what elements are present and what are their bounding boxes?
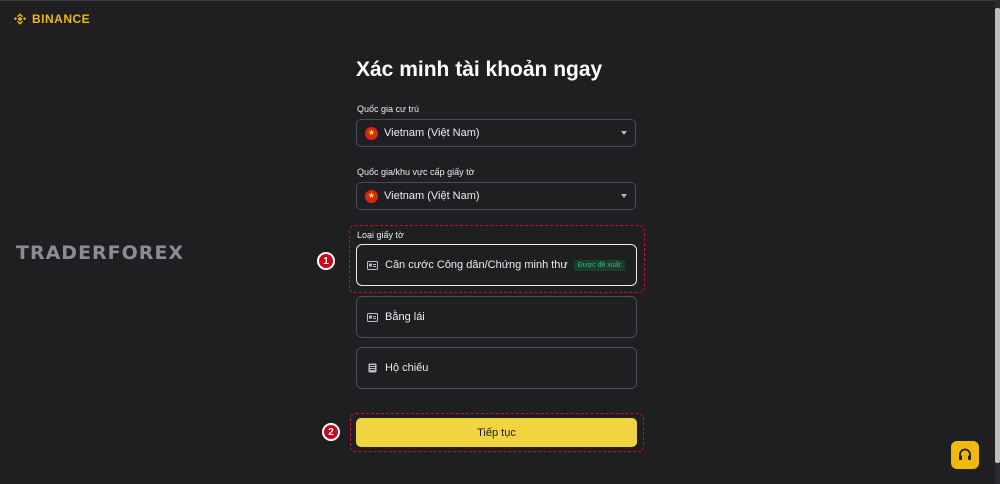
document-option-driver-license[interactable]: Bằng lái xyxy=(356,296,637,338)
binance-logo[interactable]: BINANCE xyxy=(14,12,90,26)
id-card-icon xyxy=(367,312,378,322)
binance-diamond-icon xyxy=(14,13,26,25)
document-option-label: Bằng lái xyxy=(385,311,425,323)
annotation-marker-1: 1 xyxy=(317,252,335,270)
document-option-passport[interactable]: Hộ chiếu xyxy=(356,347,637,389)
watermark-text: TRADERFOREX xyxy=(16,242,185,264)
page-title: Xác minh tài khoản ngay xyxy=(356,58,603,81)
issuing-country-select[interactable]: ★ Vietnam (Việt Nam) xyxy=(356,182,636,210)
vietnam-flag-icon: ★ xyxy=(365,189,378,203)
vietnam-flag-icon: ★ xyxy=(365,126,378,140)
brand-name: BINANCE xyxy=(32,12,91,26)
passport-icon xyxy=(367,363,378,373)
headset-icon xyxy=(959,448,971,460)
support-chat-button[interactable] xyxy=(951,441,979,469)
issuing-country-value: Vietnam (Việt Nam) xyxy=(384,190,480,202)
residence-country-select[interactable]: ★ Vietnam (Việt Nam) xyxy=(356,119,636,147)
page-scrollbar[interactable] xyxy=(995,0,1000,484)
annotation-box-document-type xyxy=(349,225,645,293)
chevron-down-icon xyxy=(621,194,627,198)
issuing-country-label: Quốc gia/khu vực cấp giấy tờ xyxy=(357,167,475,177)
annotation-box-continue xyxy=(350,413,644,452)
scrollbar-thumb[interactable] xyxy=(995,8,1000,463)
top-border xyxy=(0,0,1000,1)
residence-country-value: Vietnam (Việt Nam) xyxy=(384,127,480,139)
annotation-marker-2: 2 xyxy=(322,423,340,441)
document-option-label: Hộ chiếu xyxy=(385,362,429,374)
residence-label: Quốc gia cư trú xyxy=(357,104,420,114)
chevron-down-icon xyxy=(621,131,627,135)
